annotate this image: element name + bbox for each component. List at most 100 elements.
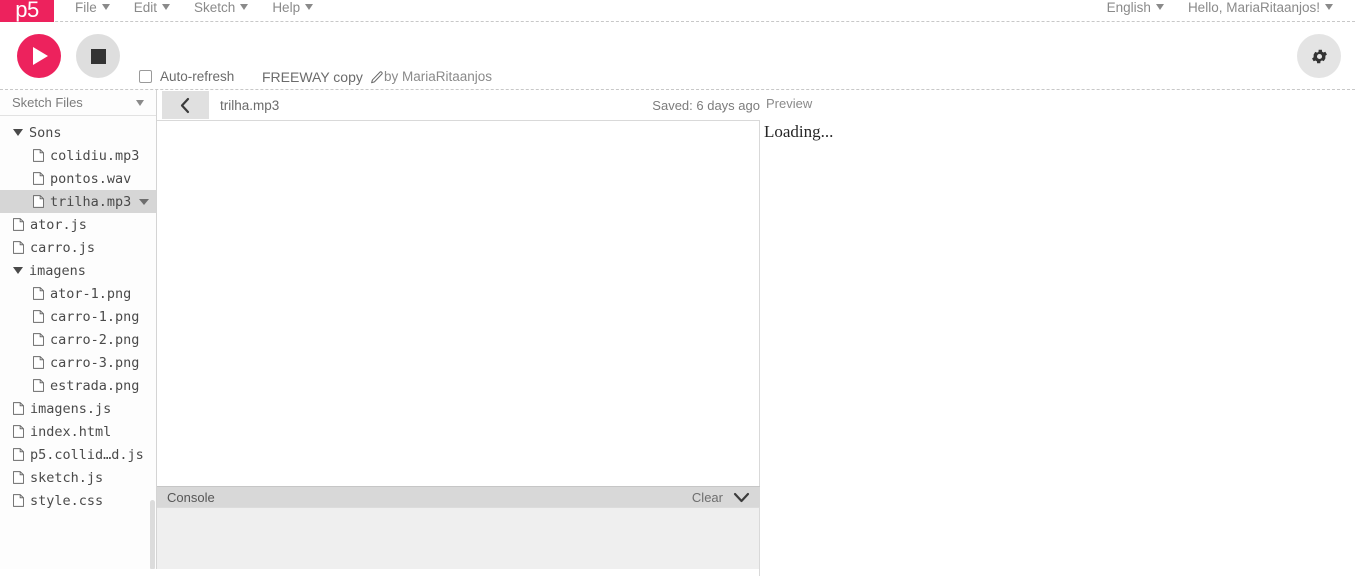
sidebar-file-panel: Sketch Files Sons colidiu.mp3 pontos.wav tr… [0,90,157,569]
pencil-icon[interactable] [370,70,383,84]
file-row[interactable]: estrada.png [0,374,156,397]
preview-panel: Preview Loading... [760,90,1355,569]
file-row[interactable]: carro-2.png [0,328,156,351]
file-name-label: Sons [29,124,62,141]
file-row[interactable]: carro-1.png [0,305,156,328]
toolbar: Auto-refresh FREEWAY copy by MariaRitaan… [0,22,1355,90]
file-row[interactable]: index.html [0,420,156,443]
console-controls: Clear [692,490,750,505]
settings-button[interactable] [1297,34,1341,78]
chevron-down-icon [305,4,314,10]
nav-item-help[interactable]: Help [260,0,325,18]
chevron-down-icon[interactable] [136,99,144,106]
file-icon [13,402,24,415]
folder-row[interactable]: Sons [0,121,156,144]
file-name-label: trilha.mp3 [50,193,132,210]
account-menu[interactable]: Hello, MariaRitaanjos! [1176,0,1345,18]
nav-item-label: Help [272,0,301,15]
file-tree: Sons colidiu.mp3 pontos.wav trilha.mp3 ator.… [0,116,156,512]
file-row[interactable]: carro.js [0,236,156,259]
file-icon [13,471,24,484]
file-icon [33,333,44,346]
file-options-icon[interactable] [139,198,150,205]
nav-item-file[interactable]: File [63,0,122,18]
top-nav-bar: p5 File Edit Sketch Help English Hello, … [0,0,1355,22]
file-icon [13,241,24,254]
play-button[interactable] [17,34,61,78]
file-name-label: colidiu.mp3 [50,147,140,164]
preview-title: Preview [766,96,813,111]
console-output [157,507,760,569]
file-name-label: imagens [29,262,86,279]
back-button[interactable] [162,91,209,119]
file-name-label: estrada.png [50,377,140,394]
file-row[interactable]: pontos.wav [0,167,156,190]
file-name-label: ator-1.png [50,285,132,302]
nav-item-label: Edit [133,0,158,15]
stop-button[interactable] [76,34,120,78]
p5-logo[interactable]: p5 [0,0,54,22]
console-header[interactable]: Console Clear [157,486,760,507]
console-panel: Console Clear [157,486,760,569]
auto-refresh-checkbox[interactable] [139,70,152,83]
stop-icon [90,48,106,64]
file-name-label: carro.js [30,239,96,256]
triangle-expanded-icon[interactable] [13,129,23,136]
nav-item-edit[interactable]: Edit [122,0,182,18]
file-row[interactable]: ator.js [0,213,156,236]
sidebar-header[interactable]: Sketch Files [0,90,156,116]
preview-frame[interactable]: Loading... [760,117,1355,142]
file-icon [33,172,44,185]
file-row[interactable]: colidiu.mp3 [0,144,156,167]
file-name-label: carro-3.png [50,354,140,371]
nav-menu-left: File Edit Sketch Help [63,0,325,18]
auto-refresh-label: Auto-refresh [160,69,235,84]
file-icon [13,448,24,461]
file-name-label: imagens.js [30,400,112,417]
language-selector[interactable]: English [1095,0,1176,18]
language-label: English [1106,0,1151,15]
file-name-label: pontos.wav [50,170,132,187]
file-icon [33,310,44,323]
chevron-down-icon[interactable] [733,492,750,503]
preview-header: Preview [760,90,1355,117]
file-name-label: carro-1.png [50,308,140,325]
file-name-label: index.html [30,423,112,440]
file-row[interactable]: carro-3.png [0,351,156,374]
editor-filename: trilha.mp3 [220,97,280,113]
file-row[interactable]: ator-1.png [0,282,156,305]
sketch-name-label: FREEWAY copy [262,69,363,85]
console-clear-button[interactable]: Clear [692,490,723,505]
file-icon [33,356,44,369]
chevron-down-icon [1155,4,1164,10]
file-row[interactable]: sketch.js [0,466,156,489]
sidebar-title: Sketch Files [12,95,83,110]
sidebar-scrollbar[interactable] [150,500,155,569]
file-icon [13,494,24,507]
play-icon [33,47,48,65]
sketch-author: by MariaRitaanjos [384,69,493,84]
file-row[interactable]: style.css [0,489,156,512]
file-name-label: style.css [30,492,104,509]
file-row[interactable]: trilha.mp3 [0,190,156,213]
auto-refresh-control[interactable]: Auto-refresh [139,69,234,84]
folder-row[interactable]: imagens [0,259,156,282]
file-name-label: carro-2.png [50,331,140,348]
sketch-name-control[interactable]: FREEWAY copy [262,69,383,85]
preview-loading-text: Loading... [764,122,834,141]
file-icon [33,287,44,300]
file-name-label: sketch.js [30,469,104,486]
file-icon [33,195,44,208]
file-icon [13,425,24,438]
file-row[interactable]: imagens.js [0,397,156,420]
nav-item-sketch[interactable]: Sketch [182,0,260,18]
nav-item-label: File [75,0,97,15]
saved-status: Saved: 6 days ago [652,98,760,113]
chevron-down-icon [240,4,249,10]
chevron-down-icon [162,4,171,10]
triangle-expanded-icon[interactable] [13,267,23,274]
chevron-left-icon [180,97,190,113]
file-name-label: ator.js [30,216,87,233]
file-row[interactable]: p5.collid…d.js [0,443,156,466]
file-icon [13,218,24,231]
